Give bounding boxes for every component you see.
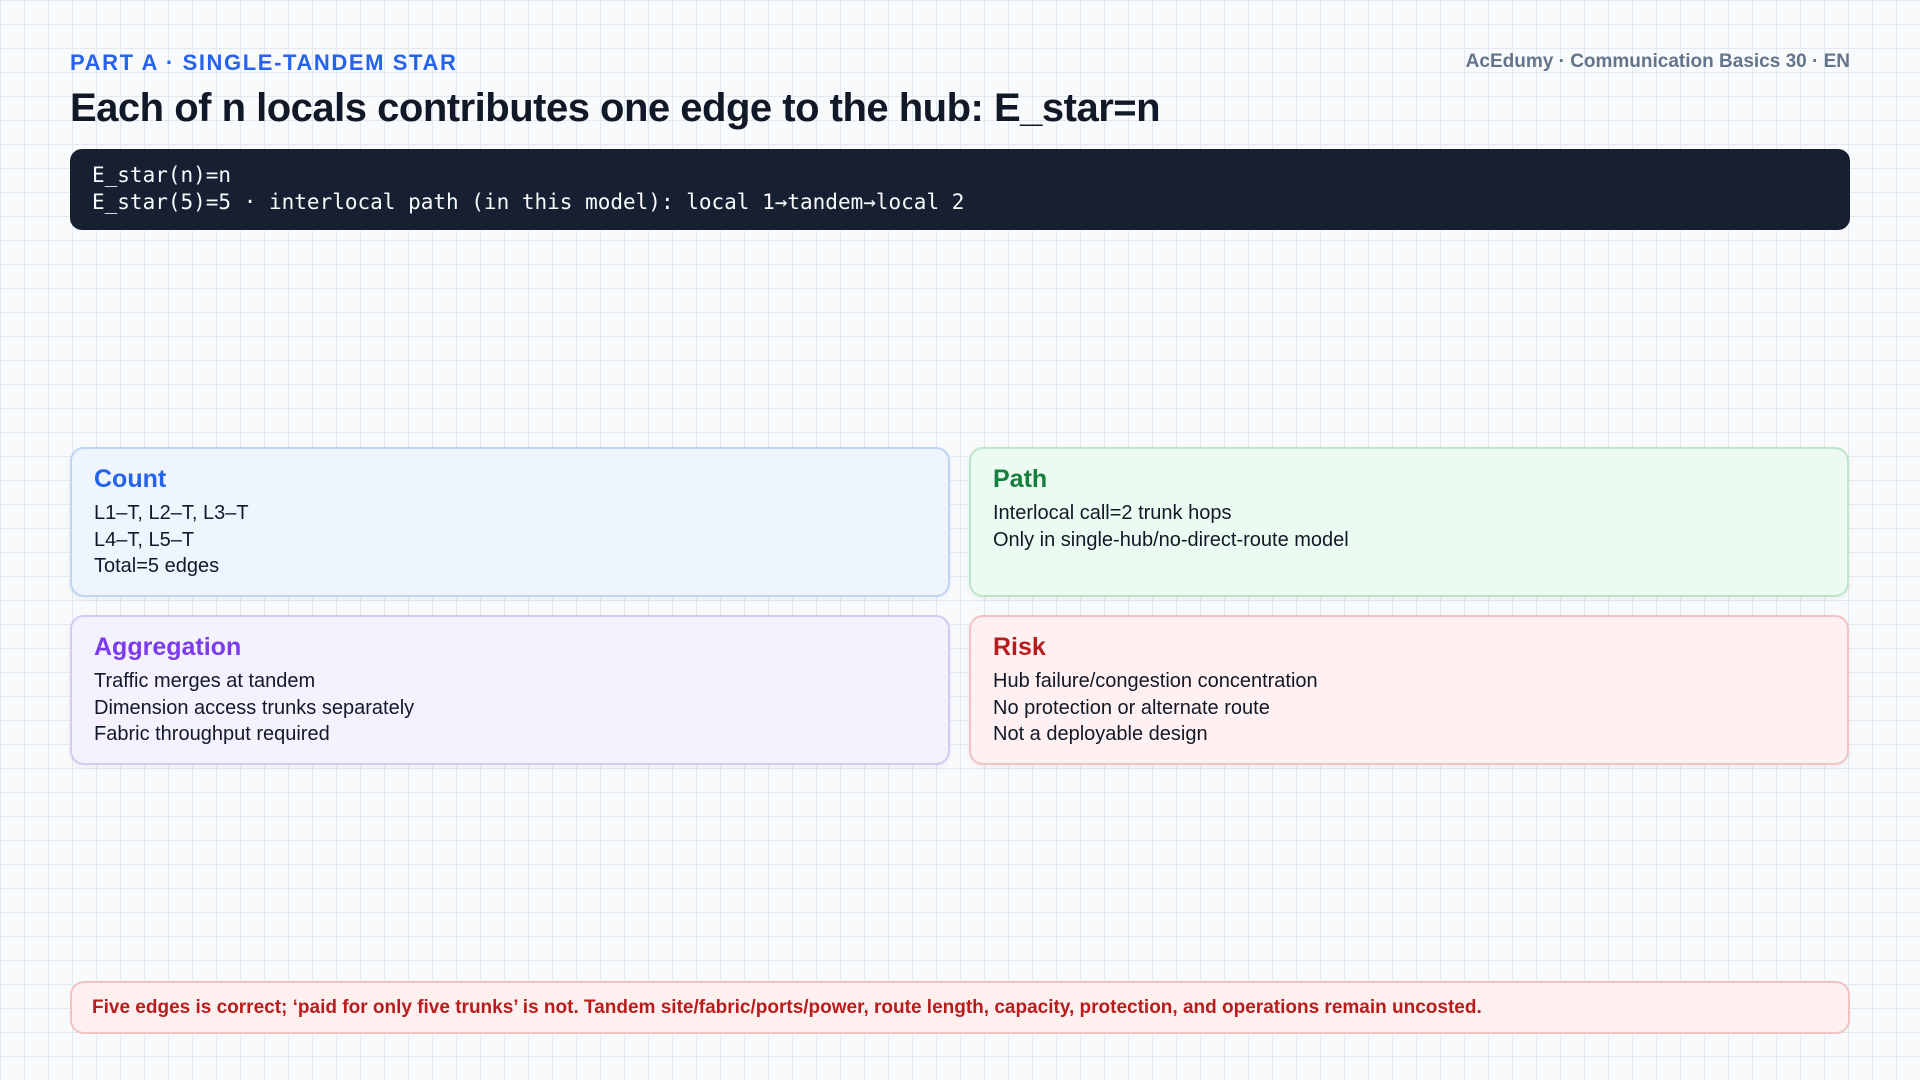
section-kicker: PART A · SINGLE-TANDEM STAR (70, 50, 458, 75)
formula-block: E_star(n)=n E_star(5)=5 · interlocal pat… (70, 149, 1850, 230)
card-title: Count (94, 465, 167, 493)
aggregation-card: Aggregation Traffic merges at tandem Dim… (70, 615, 950, 765)
card-title: Path (993, 465, 1048, 493)
card-title: Aggregation (94, 633, 242, 661)
card-line: Interlocal call=2 trunk hops (993, 502, 1232, 524)
card-line: Traffic merges at tandem (94, 670, 316, 692)
card-line: L4–T, L5–T (94, 528, 195, 551)
card-line: Fabric throughput required (94, 723, 330, 745)
card-line: Dimension access trunks separately (94, 696, 415, 719)
page-title: Each of n locals contributes one edge to… (70, 86, 1161, 130)
path-card: Path Interlocal call=2 trunk hops Only i… (969, 447, 1849, 597)
card-line: Not a deployable design (993, 723, 1208, 745)
warning-banner: Five edges is correct; ‘paid for only fi… (70, 981, 1850, 1034)
risk-card: Risk Hub failure/congestion concentratio… (969, 615, 1849, 765)
card-line: L1–T, L2–T, L3–T (94, 502, 249, 524)
card-line: Only in single-hub/no-direct-route model (993, 528, 1349, 551)
formula-line: E_star(n)=n (92, 163, 232, 187)
card-line: Total=5 edges (94, 555, 220, 577)
count-card: Count L1–T, L2–T, L3–T L4–T, L5–T Total=… (70, 447, 950, 597)
card-title: Risk (993, 633, 1046, 661)
card-line: Hub failure/congestion concentration (993, 670, 1318, 692)
card-line: No protection or alternate route (993, 696, 1270, 719)
formula-line: E_star(5)=5 · interlocal path (in this m… (92, 190, 965, 214)
course-brand: AcEdumy · Communication Basics 30 · EN (1465, 51, 1850, 72)
